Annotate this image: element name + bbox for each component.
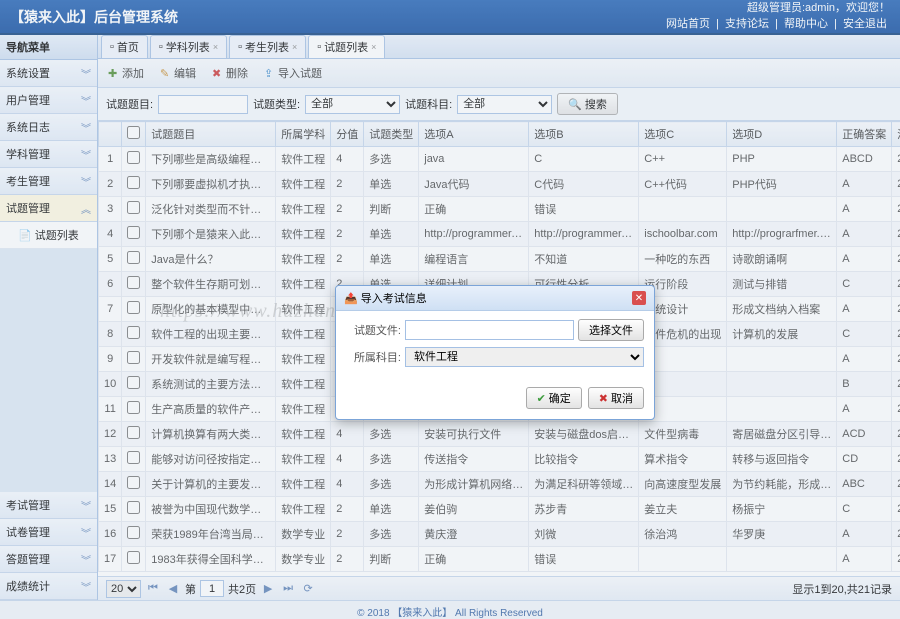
cancel-button[interactable]: ✖取消 bbox=[588, 387, 644, 409]
dialog-titlebar[interactable]: 📤 导入考试信息 ✕ bbox=[336, 286, 654, 311]
cancel-icon: ✖ bbox=[599, 392, 608, 405]
close-icon[interactable]: ✕ bbox=[632, 291, 646, 305]
ok-button[interactable]: ✔确定 bbox=[526, 387, 582, 409]
file-label: 试题文件: bbox=[346, 322, 401, 338]
file-input[interactable] bbox=[405, 320, 574, 340]
choose-file-button[interactable]: 选择文件 bbox=[578, 319, 644, 341]
upload-icon: 📤 bbox=[344, 293, 358, 305]
subject-select[interactable]: 软件工程 bbox=[405, 347, 644, 367]
import-dialog: 📤 导入考试信息 ✕ 试题文件: 选择文件 所属科目: 软件工程 ✔确定 ✖取消 bbox=[335, 285, 655, 420]
check-icon: ✔ bbox=[537, 392, 546, 405]
subject-label: 所属科目: bbox=[346, 349, 401, 365]
